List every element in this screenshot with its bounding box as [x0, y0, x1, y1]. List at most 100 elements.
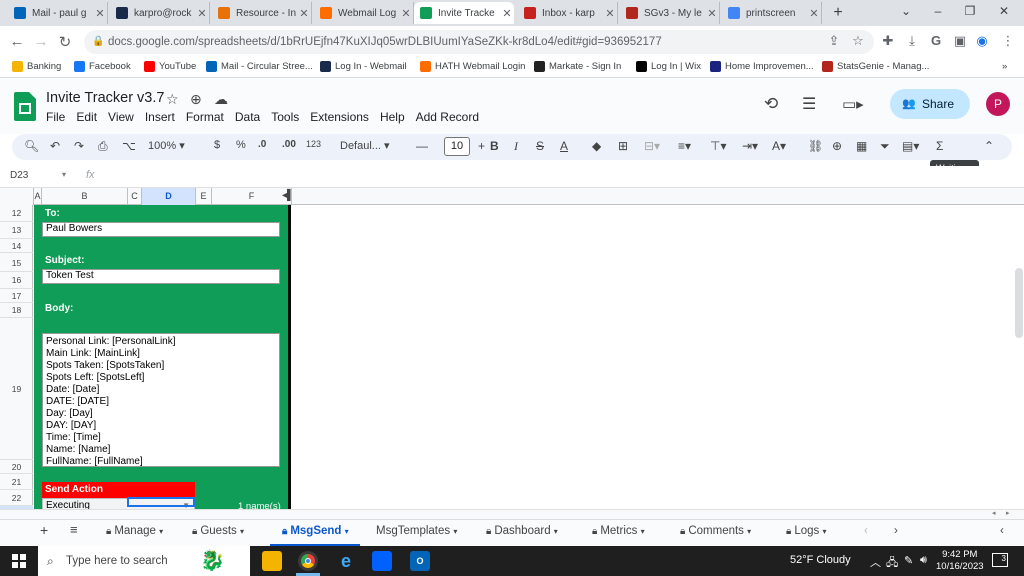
bookmark-item[interactable]: Home Improvemen...: [710, 61, 814, 72]
row-header[interactable]: 14: [0, 239, 33, 253]
menu-item[interactable]: View: [108, 110, 134, 124]
redo-icon[interactable]: ↷: [74, 139, 84, 153]
notification-center-icon[interactable]: 3: [992, 553, 1008, 567]
tab-close-icon[interactable]: ✕: [297, 7, 311, 20]
edge-icon[interactable]: e: [336, 551, 356, 571]
windows-start-icon[interactable]: [12, 554, 26, 568]
sheet-menu-arrow-icon[interactable]: ▾: [159, 527, 163, 536]
file-explorer-icon[interactable]: [262, 551, 282, 571]
italic-button[interactable]: I: [514, 139, 518, 154]
sheet-tab[interactable]: 🔒︎ Comments ▾: [680, 525, 751, 537]
menu-item[interactable]: Help: [380, 110, 405, 124]
minimize-icon[interactable]: –: [928, 4, 948, 18]
row-header[interactable]: 18: [0, 303, 33, 318]
browser-tab[interactable]: printscreen ✕: [722, 2, 822, 24]
dropbox-icon[interactable]: [372, 551, 392, 571]
text-wrap-icon[interactable]: ⇥▾: [742, 139, 758, 153]
row-header[interactable]: 21: [0, 474, 33, 490]
sheet-menu-arrow-icon[interactable]: ▾: [822, 527, 826, 536]
menu-item[interactable]: Data: [235, 110, 260, 124]
menu-item[interactable]: Insert: [145, 110, 175, 124]
share-page-icon[interactable]: ⇪: [826, 33, 842, 49]
sheet-menu-arrow-icon[interactable]: ▾: [240, 527, 244, 536]
paint-format-icon[interactable]: ⌥: [122, 139, 136, 153]
vertical-align-icon[interactable]: ⊤▾: [710, 139, 726, 153]
sheet-tab[interactable]: 🔒︎ MsgSend ▾: [282, 525, 349, 537]
print-icon[interactable]: ⎙: [98, 139, 108, 154]
tab-close-icon[interactable]: ✕: [603, 7, 617, 20]
avatar[interactable]: P: [986, 92, 1010, 116]
spreadsheet-grid[interactable]: ABCDEF 121314151617181920212223 To: Paul…: [0, 188, 1024, 509]
menu-item[interactable]: Format: [186, 110, 224, 124]
name-box-dropdown-icon[interactable]: ▾: [62, 170, 66, 179]
column-header[interactable]: A: [34, 188, 42, 205]
address-bar[interactable]: 🔒 docs.google.com/spreadsheets/d/1bRrUEj…: [84, 30, 874, 54]
profile-icon[interactable]: ◉: [974, 33, 990, 49]
comments-icon[interactable]: ☰: [802, 94, 816, 114]
volume-icon[interactable]: 🔊︎: [920, 554, 927, 567]
browser-tab[interactable]: Mail - paul g ✕: [8, 2, 108, 24]
tab-search-icon[interactable]: ⌄: [896, 4, 916, 18]
bookmark-item[interactable]: YouTube: [144, 61, 196, 72]
pen-icon[interactable]: ✎: [904, 554, 913, 567]
tab-close-icon[interactable]: ✕: [399, 7, 413, 20]
version-history-icon[interactable]: ⟲: [764, 94, 778, 114]
sheet-tab[interactable]: 🔒︎ Manage ▾: [106, 525, 163, 537]
select-all-corner[interactable]: [0, 188, 34, 205]
browser-tab[interactable]: karpro@rock ✕: [110, 2, 210, 24]
insert-link-icon[interactable]: ⛓: [808, 139, 823, 153]
column-header[interactable]: F: [212, 188, 292, 205]
star-icon[interactable]: ☆: [166, 91, 179, 108]
document-title[interactable]: Invite Tracker v3.7: [46, 90, 164, 106]
bookmark-item[interactable]: Facebook: [74, 61, 131, 72]
zoom-select[interactable]: 100% ▾: [148, 139, 185, 152]
insert-comment-icon[interactable]: ⊕: [832, 139, 842, 153]
vertical-scrollbar[interactable]: [1015, 268, 1023, 338]
back-icon[interactable]: ←: [8, 33, 26, 50]
column-header[interactable]: B: [42, 188, 128, 205]
chrome-taskbar-icon[interactable]: [298, 551, 318, 571]
font-select[interactable]: Defaul... ▾: [340, 139, 390, 152]
sheets-scroll-left-icon[interactable]: ‹: [864, 525, 868, 537]
row-header[interactable]: 13: [0, 222, 33, 239]
functions-icon[interactable]: Σ: [936, 139, 943, 153]
bookmark-item[interactable]: Markate - Sign In: [534, 61, 621, 72]
row-header[interactable]: 22: [0, 490, 33, 506]
bookmark-item[interactable]: Log In | Wix: [636, 61, 701, 72]
sheets-logo-icon[interactable]: [14, 92, 36, 121]
tab-close-icon[interactable]: ✕: [705, 7, 719, 20]
undo-icon[interactable]: ↶: [50, 139, 60, 153]
scroll-right-icon[interactable]: ▸: [1006, 509, 1010, 517]
selected-cell[interactable]: [127, 497, 195, 507]
browser-tab[interactable]: Invite Tracke ✕: [414, 2, 514, 24]
subject-field[interactable]: Token Test: [42, 269, 280, 284]
browser-tab[interactable]: Webmail Log ✕: [314, 2, 414, 24]
row-header[interactable]: 17: [0, 289, 33, 303]
network-icon[interactable]: 🖧: [886, 554, 898, 573]
merge-cells-icon[interactable]: ⊟▾: [644, 139, 660, 153]
column-header[interactable]: D: [142, 188, 196, 205]
horizontal-align-icon[interactable]: ≡▾: [678, 139, 691, 153]
sheet-menu-arrow-icon[interactable]: ▾: [345, 527, 349, 536]
menu-item[interactable]: Add Record: [416, 110, 479, 124]
show-hidden-icons[interactable]: ︿: [870, 554, 881, 570]
insert-chart-icon[interactable]: ▦: [856, 139, 867, 153]
bookmark-item[interactable]: HATH Webmail Login: [420, 61, 525, 72]
search-menus-icon[interactable]: 🔍︎: [24, 139, 39, 153]
sheet-tab[interactable]: 🔒︎ Metrics ▾: [592, 525, 645, 537]
filter-icon[interactable]: ⏷: [880, 139, 890, 154]
browser-tab[interactable]: Resource - In ✕: [212, 2, 312, 24]
row-header[interactable]: 20: [0, 460, 33, 474]
tab-close-icon[interactable]: ✕: [500, 7, 514, 20]
row-header[interactable]: 15: [0, 255, 33, 272]
download-icon[interactable]: ⤓: [904, 33, 920, 49]
text-rotation-icon[interactable]: A▾: [772, 139, 786, 153]
row-header[interactable]: 12: [0, 205, 33, 222]
explore-collapse-icon[interactable]: ‹: [1000, 525, 1004, 537]
number-format-button[interactable]: 123: [306, 139, 321, 149]
more-bookmarks-button[interactable]: »: [1002, 61, 1007, 72]
meet-icon[interactable]: ▭▸: [842, 95, 864, 113]
sheet-menu-arrow-icon[interactable]: ▾: [554, 527, 558, 536]
tab-close-icon[interactable]: ✕: [93, 7, 107, 20]
name-box[interactable]: D23: [10, 170, 28, 181]
